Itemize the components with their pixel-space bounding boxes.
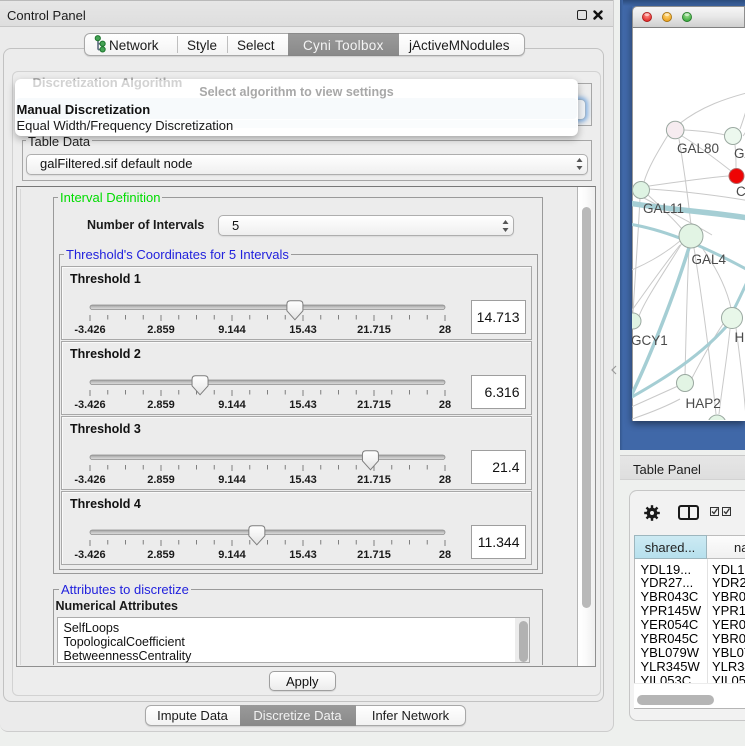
svg-text:9.144: 9.144 <box>218 399 246 411</box>
svg-text:-3.426: -3.426 <box>74 324 105 336</box>
svg-text:9.144: 9.144 <box>218 324 246 336</box>
svg-text:C: C <box>736 184 745 199</box>
svg-text:28: 28 <box>439 399 451 411</box>
svg-text:15.43: 15.43 <box>289 399 317 411</box>
svg-text:-3.426: -3.426 <box>74 474 105 486</box>
svg-text:9.144: 9.144 <box>218 549 246 561</box>
svg-text:GAL80: GAL80 <box>677 141 719 156</box>
svg-text:21.715: 21.715 <box>357 399 391 411</box>
svg-text:2.859: 2.859 <box>147 549 175 561</box>
svg-text:15.43: 15.43 <box>289 474 317 486</box>
svg-text:HAP2: HAP2 <box>686 396 721 411</box>
svg-text:GAL11: GAL11 <box>643 201 684 216</box>
svg-text:GA: GA <box>734 146 745 161</box>
svg-text:GCY1: GCY1 <box>632 333 668 348</box>
svg-text:21.715: 21.715 <box>357 474 391 486</box>
svg-text:28: 28 <box>439 549 451 561</box>
svg-text:9.144: 9.144 <box>218 474 246 486</box>
svg-text:H: H <box>735 330 745 345</box>
svg-text:28: 28 <box>439 474 451 486</box>
svg-text:-3.426: -3.426 <box>74 549 105 561</box>
svg-text:21.715: 21.715 <box>357 549 391 561</box>
svg-text:15.43: 15.43 <box>289 324 317 336</box>
svg-text:15.43: 15.43 <box>289 549 317 561</box>
svg-text:2.859: 2.859 <box>147 474 175 486</box>
svg-text:GAL4: GAL4 <box>692 252 727 267</box>
svg-text:-3.426: -3.426 <box>74 399 105 411</box>
svg-text:2.859: 2.859 <box>147 399 175 411</box>
svg-text:28: 28 <box>439 324 451 336</box>
svg-text:2.859: 2.859 <box>147 324 175 336</box>
svg-text:21.715: 21.715 <box>357 324 391 336</box>
